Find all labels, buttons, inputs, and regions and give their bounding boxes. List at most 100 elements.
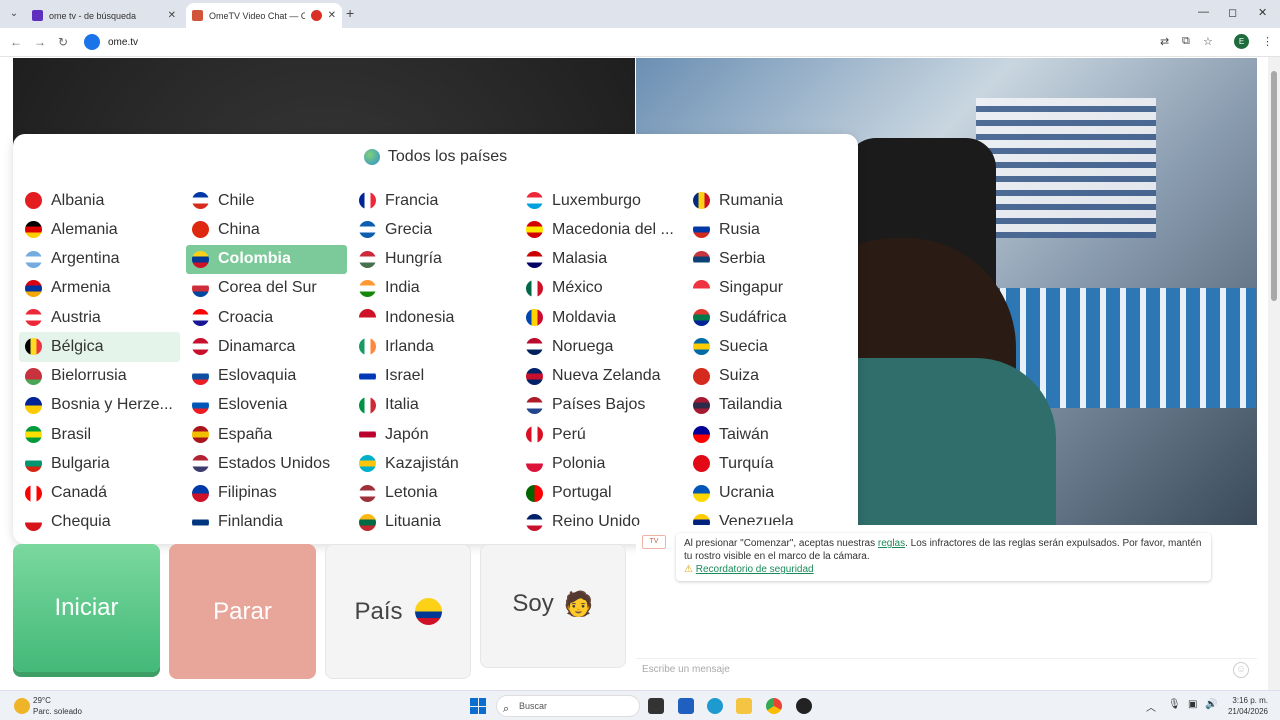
translate-icon[interactable]: ⇄ — [1160, 35, 1169, 48]
country-option[interactable]: Albania — [19, 186, 180, 215]
chrome-icon[interactable] — [766, 698, 782, 714]
country-option[interactable]: Lituania — [353, 508, 514, 537]
reload-icon[interactable]: ↻ — [58, 35, 68, 49]
tab-close-icon[interactable]: ✕ — [328, 10, 336, 21]
obs-icon[interactable] — [796, 698, 812, 714]
emoji-icon[interactable]: ☺ — [1233, 662, 1249, 678]
country-option[interactable]: Ucrania — [687, 479, 848, 508]
country-option[interactable]: Singapur — [687, 274, 848, 303]
country-option[interactable]: Sudáfrica — [687, 303, 848, 332]
browser-menu-icon[interactable]: ⋮ — [1262, 35, 1273, 48]
omnibox[interactable]: ome.tv — [80, 31, 1222, 53]
country-option[interactable]: Bosnia y Herze... — [19, 391, 180, 420]
country-option[interactable]: Serbia — [687, 245, 848, 274]
country-option[interactable]: Filipinas — [186, 479, 347, 508]
maximize-button[interactable]: ◻ — [1228, 6, 1237, 19]
site-info-icon[interactable] — [84, 34, 100, 50]
country-option[interactable]: Rusia — [687, 215, 848, 244]
country-option[interactable]: Suiza — [687, 362, 848, 391]
country-option[interactable]: Colombia — [186, 244, 347, 274]
country-option[interactable]: Japón — [353, 420, 514, 449]
country-option[interactable]: Kazajistán — [353, 449, 514, 478]
country-option[interactable]: Bielorrusia — [19, 362, 180, 391]
back-arrow-icon[interactable]: ← — [10, 35, 22, 49]
rules-link[interactable]: reglas — [878, 538, 905, 549]
edge-icon[interactable] — [707, 698, 723, 714]
country-option[interactable]: Hungría — [353, 245, 514, 274]
country-option[interactable]: Nueva Zelanda — [520, 362, 681, 391]
country-option[interactable]: Noruega — [520, 332, 681, 361]
tab-search-results[interactable]: ome tv - de búsqueda ✕ — [26, 3, 182, 28]
country-option[interactable]: Tailandia — [687, 391, 848, 420]
weather-sun-icon[interactable] — [14, 698, 30, 714]
country-option[interactable]: Letonia — [353, 479, 514, 508]
windows-start-icon[interactable] — [470, 698, 486, 714]
country-option[interactable]: México — [520, 274, 681, 303]
scrollbar-thumb[interactable] — [1271, 71, 1277, 301]
tray-chevron-icon[interactable]: ︿ — [1146, 699, 1156, 714]
country-option[interactable]: Indonesia — [353, 303, 514, 332]
country-button[interactable]: País — [325, 544, 471, 679]
store-icon[interactable] — [678, 698, 694, 714]
gender-button[interactable]: Soy 🧑 — [480, 544, 626, 668]
country-option[interactable]: Chile — [186, 186, 347, 215]
new-tab-button[interactable]: + — [346, 5, 354, 21]
country-option[interactable]: China — [186, 215, 347, 244]
task-view-icon[interactable] — [648, 698, 664, 714]
country-option[interactable]: Irlanda — [353, 332, 514, 361]
country-option[interactable]: Rumania — [687, 186, 848, 215]
network-icon[interactable]: ▣ — [1188, 699, 1197, 710]
file-explorer-icon[interactable] — [736, 698, 752, 714]
country-option[interactable]: Portugal — [520, 479, 681, 508]
minimize-button[interactable]: — — [1198, 6, 1209, 18]
country-option[interactable]: Croacia — [186, 303, 347, 332]
bookmark-star-icon[interactable]: ☆ — [1203, 35, 1213, 48]
country-option[interactable]: Canadá — [19, 479, 180, 508]
microphone-icon[interactable]: 🎙 — [1168, 699, 1181, 710]
profile-avatar[interactable]: E — [1234, 34, 1249, 49]
country-option[interactable]: España — [186, 420, 347, 449]
country-option[interactable]: Taiwán — [687, 420, 848, 449]
country-option[interactable]: Eslovaquia — [186, 362, 347, 391]
country-option[interactable]: Bélgica — [19, 332, 180, 362]
stop-button[interactable]: Parar — [169, 544, 316, 679]
start-button[interactable]: Iniciar — [13, 544, 160, 672]
weather-widget[interactable]: 29°C Parc. soleado — [33, 695, 82, 717]
country-option[interactable]: Países Bajos — [520, 391, 681, 420]
tab-search-menu-icon[interactable]: ⌄ — [6, 6, 22, 22]
tab-close-icon[interactable]: ✕ — [168, 10, 176, 21]
country-option[interactable]: Alemania — [19, 215, 180, 244]
safety-reminder-link[interactable]: Recordatorio de seguridad — [696, 564, 814, 575]
page-scrollbar[interactable] — [1268, 57, 1280, 690]
country-option[interactable]: Eslovenia — [186, 391, 347, 420]
country-option[interactable]: Macedonia del ... — [520, 215, 681, 244]
country-option[interactable]: Moldavia — [520, 303, 681, 332]
country-option[interactable]: Luxemburgo — [520, 186, 681, 215]
country-option[interactable]: Turquía — [687, 449, 848, 478]
country-option[interactable]: Argentina — [19, 245, 180, 274]
country-option[interactable]: Grecia — [353, 215, 514, 244]
country-option[interactable]: India — [353, 274, 514, 303]
country-option[interactable]: Bulgaria — [19, 449, 180, 478]
country-option[interactable]: Brasil — [19, 420, 180, 449]
country-option[interactable]: Francia — [353, 186, 514, 215]
country-option[interactable]: Israel — [353, 362, 514, 391]
country-option[interactable]: Malasia — [520, 245, 681, 274]
tab-ometv[interactable]: OmeTV Video Chat — Ome ✕ — [186, 3, 342, 28]
country-option[interactable]: Estados Unidos — [186, 449, 347, 478]
country-option[interactable]: Finlandia — [186, 508, 347, 537]
forward-arrow-icon[interactable]: → — [34, 35, 46, 49]
country-option[interactable]: Dinamarca — [186, 332, 347, 361]
country-option[interactable]: Polonia — [520, 449, 681, 478]
country-option[interactable]: Perú — [520, 420, 681, 449]
url-text[interactable]: ome.tv — [108, 37, 138, 48]
country-option[interactable]: Austria — [19, 303, 180, 332]
country-option[interactable]: Italia — [353, 391, 514, 420]
system-clock[interactable]: 3:16 p. m. 21/04/2026 — [1224, 695, 1268, 717]
message-input[interactable]: Escribe un mensaje ☺ — [636, 658, 1257, 680]
volume-icon[interactable]: 🔊 — [1205, 699, 1217, 710]
country-option[interactable]: Suecia — [687, 332, 848, 361]
country-option[interactable]: Chequia — [19, 508, 180, 537]
close-window-button[interactable]: ✕ — [1258, 6, 1267, 19]
country-option[interactable]: Armenia — [19, 274, 180, 303]
